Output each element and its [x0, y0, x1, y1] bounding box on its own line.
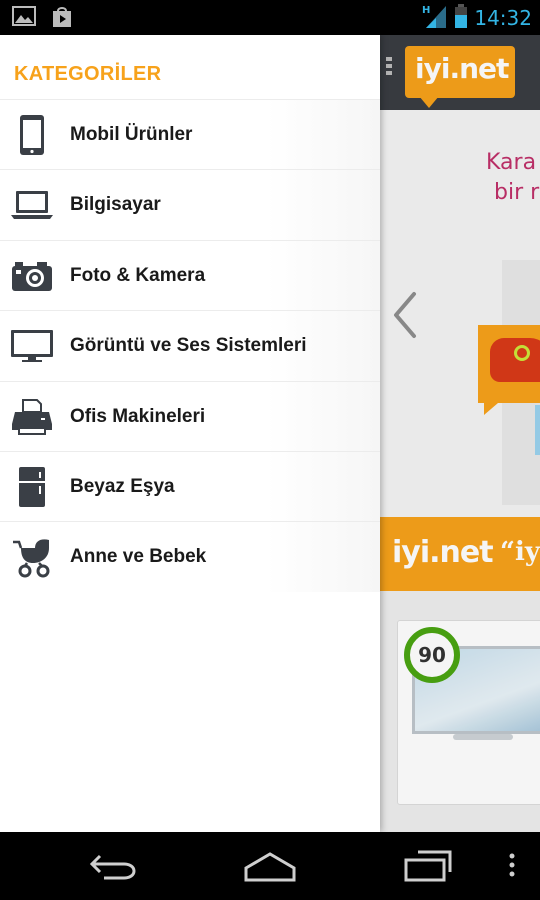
navigation-drawer: KATEGORİLER Mobil Ürünler Bilgisayar Fot… [0, 35, 380, 832]
clock: 14:32 [474, 6, 532, 30]
category-item-anne-bebek[interactable]: Anne ve Bebek [0, 521, 380, 592]
refrigerator-icon [10, 466, 54, 508]
svg-text:H: H [422, 5, 430, 16]
category-item-mobil-urunler[interactable]: Mobil Ürünler [0, 99, 380, 170]
back-button-icon[interactable] [86, 846, 138, 890]
signal-icon: H [422, 3, 448, 33]
printer-icon [10, 396, 54, 438]
recent-apps-button-icon[interactable] [402, 846, 454, 890]
category-item-goruntu-ses[interactable]: Görüntü ve Ses Sistemleri [0, 310, 380, 381]
category-label: Anne ve Bebek [70, 546, 207, 568]
category-label: Foto & Kamera [70, 264, 206, 286]
camera-icon [10, 255, 54, 297]
stroller-icon [10, 536, 54, 578]
overflow-menu-icon[interactable] [506, 846, 518, 890]
laptop-icon [10, 184, 54, 226]
category-label: Ofis Makineleri [70, 405, 206, 427]
category-item-beyaz-esya[interactable]: Beyaz Eşya [0, 450, 380, 522]
battery-icon [454, 3, 468, 33]
gallery-icon [12, 5, 36, 33]
status-bar: H 14:32 [0, 0, 540, 35]
scrim[interactable] [380, 35, 540, 832]
category-label: Beyaz Eşya [70, 475, 175, 497]
monitor-icon [10, 325, 54, 367]
category-item-bilgisayar[interactable]: Bilgisayar [0, 169, 380, 240]
category-label: Bilgisayar [70, 194, 161, 216]
category-list: Mobil Ürünler Bilgisayar Foto & Kamera G… [0, 99, 380, 592]
category-item-foto-kamera[interactable]: Foto & Kamera [0, 239, 380, 311]
play-store-icon [50, 5, 74, 33]
screen: H 14:32 iyi.net Kara bir r iyi.net “iy 9… [0, 0, 540, 900]
mobile-phone-icon [10, 114, 54, 156]
home-button-icon[interactable] [242, 846, 298, 890]
category-item-ofis-makineleri[interactable]: Ofis Makineleri [0, 380, 380, 451]
navigation-bar [0, 832, 540, 900]
category-label: Görüntü ve Ses Sistemleri [70, 335, 307, 357]
drawer-title: KATEGORİLER [14, 63, 162, 85]
category-label: Mobil Ürünler [70, 124, 193, 145]
